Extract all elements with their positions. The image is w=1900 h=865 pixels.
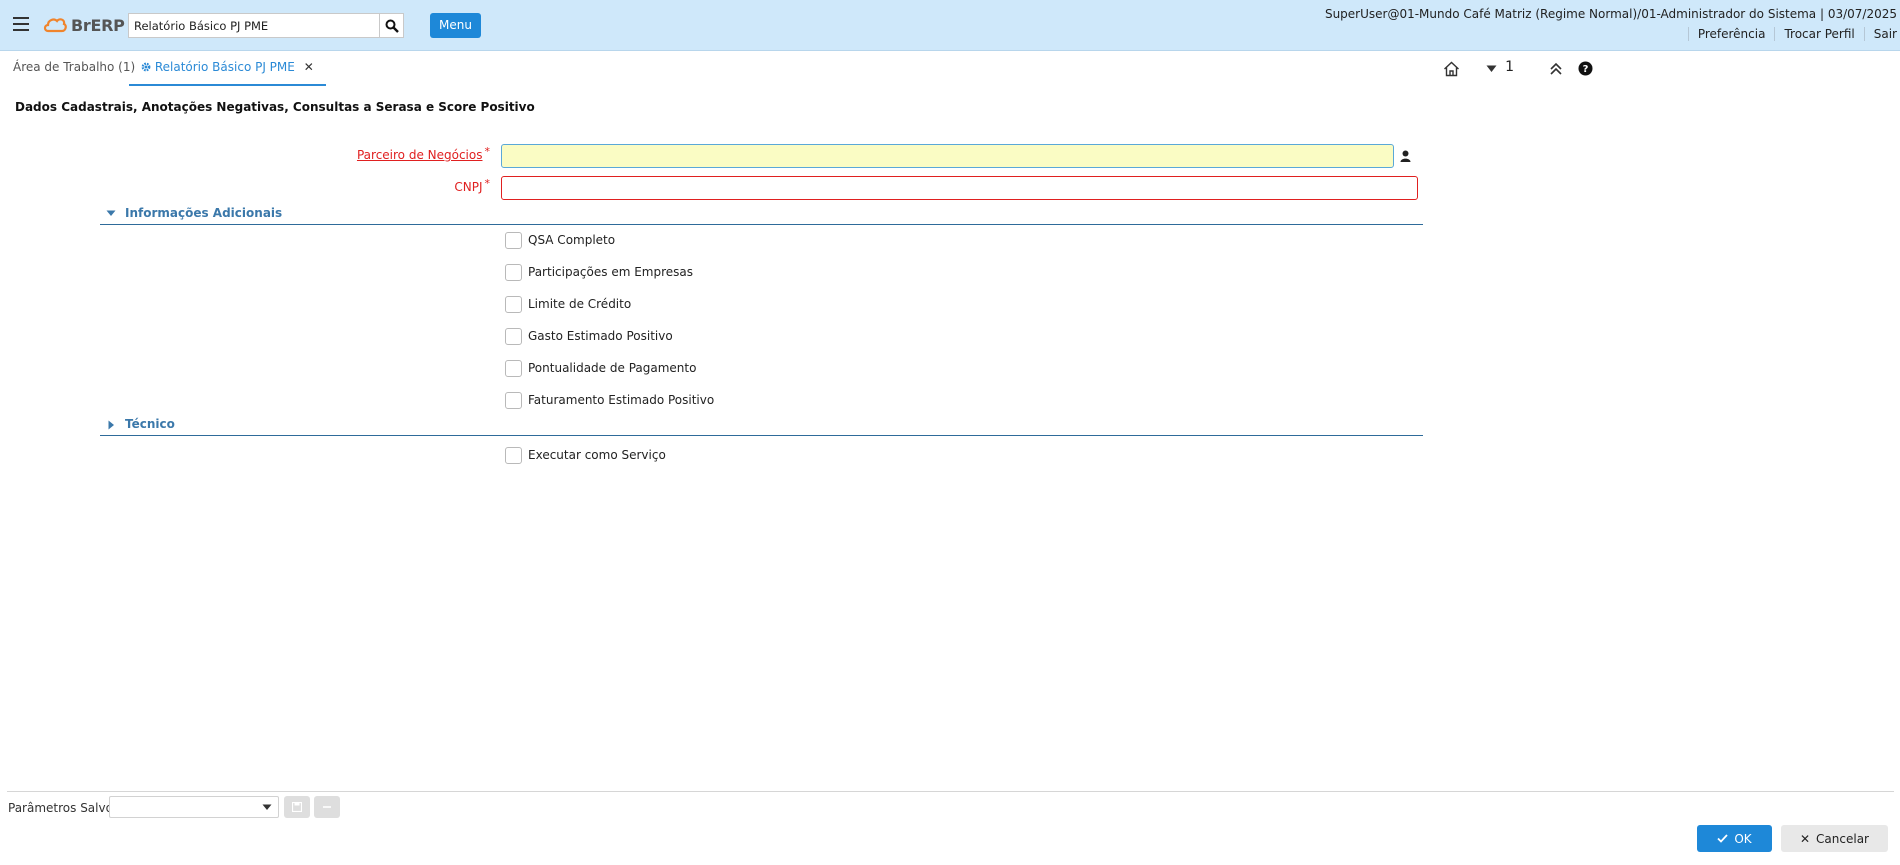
checkbox[interactable] (505, 295, 522, 313)
help-icon[interactable]: ? (1578, 61, 1593, 76)
required-marker: * (484, 177, 491, 190)
menu-button[interactable]: Menu (430, 13, 481, 38)
group-title: Informações Adicionais (125, 206, 283, 220)
business-partner-field[interactable] (501, 144, 1394, 168)
preference-link[interactable]: Preferência (1687, 27, 1775, 41)
check-label: Faturamento Estimado Positivo (528, 393, 715, 407)
chevrons-up-icon[interactable] (1549, 61, 1563, 76)
minus-icon (323, 806, 331, 808)
brand-logo[interactable]: BrERP (43, 14, 125, 36)
window-counter: 1 (1505, 59, 1514, 75)
tab-report[interactable]: Relatório Básico PJ PME ✕ (129, 60, 326, 86)
required-marker: * (484, 145, 491, 158)
save-params-button[interactable] (284, 796, 310, 818)
saved-params-label: Parâmetros Salvos (8, 801, 120, 815)
cnpj-label-text: CNPJ (454, 180, 483, 194)
saved-params-select[interactable] (109, 796, 279, 818)
checkbox[interactable] (505, 446, 522, 464)
brand-name: BrERP (71, 15, 125, 35)
check-label: Participações em Empresas (528, 265, 693, 279)
search-button[interactable] (379, 14, 403, 37)
cancel-label: Cancelar (1816, 831, 1869, 846)
check-icon (1717, 834, 1728, 843)
check-executar-servico: Executar como Serviço (505, 445, 666, 465)
check-label: Executar como Serviço (528, 448, 666, 462)
home-icon[interactable] (1443, 61, 1460, 77)
check-label: QSA Completo (528, 233, 616, 247)
group-technical[interactable]: Técnico (100, 414, 1423, 436)
global-search (128, 13, 404, 38)
check-gasto: Gasto Estimado Positivo (505, 326, 673, 346)
save-icon (292, 802, 302, 812)
hamburger-icon[interactable] (13, 17, 29, 31)
tab-label: Relatório Básico PJ PME (154, 60, 295, 74)
check-limite: Limite de Crédito (505, 294, 631, 314)
tab-workspace[interactable]: Área de Trabalho (1) (13, 60, 135, 74)
check-label: Gasto Estimado Positivo (528, 329, 673, 343)
close-icon: ✕ (1799, 831, 1811, 846)
svg-text:?: ? (1583, 64, 1589, 75)
check-faturamento: Faturamento Estimado Positivo (505, 390, 714, 410)
user-info: SuperUser@01-Mundo Café Matriz (Regime N… (1324, 7, 1897, 21)
top-header: BrERP Menu SuperUser@01-Mundo Café Matri… (0, 0, 1900, 51)
checkbox[interactable] (505, 391, 522, 409)
group-additional-info[interactable]: Informações Adicionais (100, 203, 1423, 225)
search-icon (385, 19, 399, 33)
checkbox[interactable] (505, 327, 522, 345)
delete-params-button[interactable] (314, 796, 340, 818)
ok-label: OK (1734, 831, 1752, 846)
checkbox[interactable] (505, 263, 522, 281)
business-partner-label-text[interactable]: Parceiro de Negócios (357, 148, 483, 162)
caret-down-icon[interactable] (256, 797, 278, 817)
checkbox[interactable] (505, 231, 522, 249)
ok-button[interactable]: OK (1697, 825, 1772, 852)
caret-right-icon (108, 420, 114, 430)
check-pontualidade: Pontualidade de Pagamento (505, 358, 696, 378)
check-label: Limite de Crédito (528, 297, 632, 311)
checkbox[interactable] (505, 359, 522, 377)
tab-label: Área de Trabalho (1) (13, 60, 136, 74)
business-partner-label: Parceiro de Negócios * (300, 145, 491, 162)
caret-down-icon[interactable] (1486, 65, 1497, 73)
search-input[interactable] (129, 14, 379, 37)
change-role-link[interactable]: Trocar Perfil (1774, 27, 1863, 41)
footer-divider (7, 791, 1894, 792)
check-participacoes: Participações em Empresas (505, 262, 693, 282)
logout-link[interactable]: Sair (1863, 27, 1897, 41)
close-icon[interactable]: ✕ (304, 60, 314, 74)
header-links: Preferência Trocar Perfil Sair (1687, 27, 1897, 41)
check-label: Pontualidade de Pagamento (528, 361, 697, 375)
cancel-button[interactable]: ✕ Cancelar (1781, 825, 1888, 852)
cnpj-field[interactable] (501, 176, 1418, 200)
cnpj-label: CNPJ * (300, 177, 491, 194)
brand-logo-icon (43, 18, 67, 33)
tab-bar: Área de Trabalho (1) Relatório Básico PJ… (0, 51, 1900, 86)
group-title: Técnico (125, 417, 175, 431)
check-qsa: QSA Completo (505, 230, 615, 250)
business-partner-icon[interactable] (1400, 150, 1411, 162)
caret-down-icon (106, 210, 116, 216)
gear-icon (141, 62, 151, 72)
page-title: Dados Cadastrais, Anotações Negativas, C… (15, 100, 535, 114)
